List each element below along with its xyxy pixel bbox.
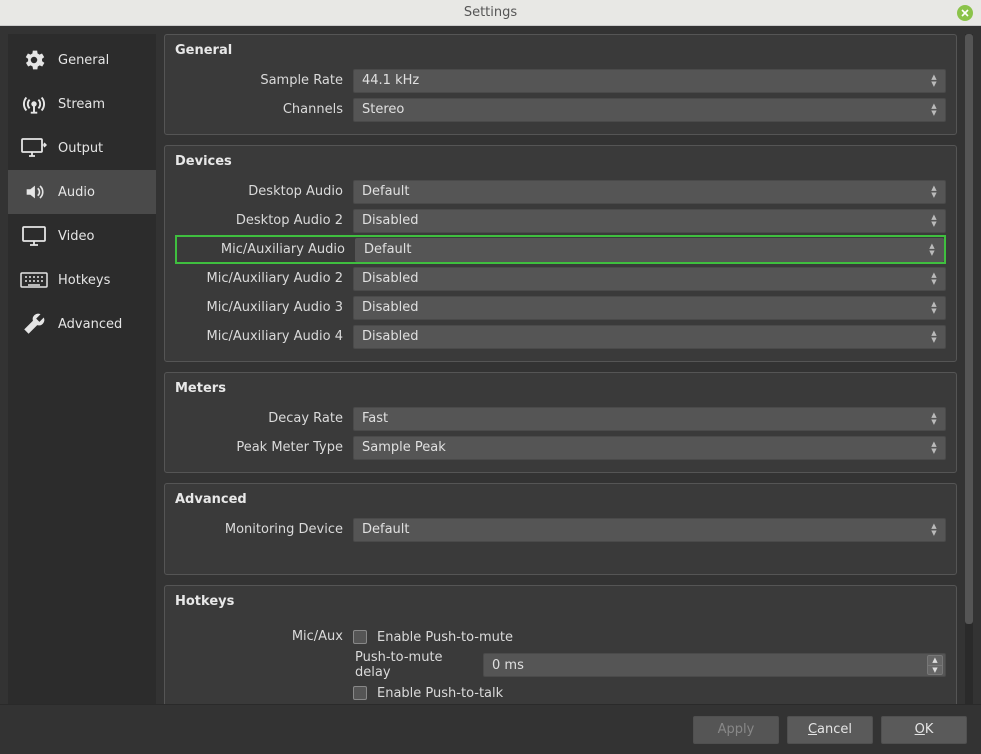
sidebar-item-hotkeys[interactable]: Hotkeys: [8, 258, 156, 302]
close-icon[interactable]: [957, 5, 973, 21]
label-sample-rate: Sample Rate: [175, 73, 353, 88]
sidebar-item-label: Audio: [58, 185, 95, 200]
chevron-updown-icon: ▲▼: [927, 409, 941, 429]
panel-title: Advanced: [175, 492, 946, 507]
chevron-up-icon[interactable]: ▲: [927, 655, 943, 665]
sidebar-item-video[interactable]: Video: [8, 214, 156, 258]
sidebar-item-advanced[interactable]: Advanced: [8, 302, 156, 346]
label-monitoring-device: Monitoring Device: [175, 522, 353, 537]
wrench-icon: [20, 313, 48, 335]
keyboard-icon: [20, 269, 48, 291]
checkbox-enable-push-to-talk[interactable]: [353, 686, 367, 700]
panel-title: General: [175, 43, 946, 58]
label-mic-aux-4: Mic/Auxiliary Audio 4: [175, 329, 353, 344]
label-channels: Channels: [175, 102, 353, 117]
label-mic-aux-3: Mic/Auxiliary Audio 3: [175, 300, 353, 315]
panel-title: Meters: [175, 381, 946, 396]
sidebar-item-audio[interactable]: Audio: [8, 170, 156, 214]
select-decay-rate[interactable]: Fast ▲▼: [353, 407, 946, 431]
sidebar-item-label: Hotkeys: [58, 273, 110, 288]
panel-advanced: Advanced Monitoring Device Default ▲▼: [164, 483, 957, 575]
panel-hotkeys: Hotkeys Mic/Aux Enable Push-to-mute Push…: [164, 585, 957, 704]
sidebar-item-label: Advanced: [58, 317, 122, 332]
select-mic-aux-4[interactable]: Disabled ▲▼: [353, 325, 946, 349]
sidebar-item-output[interactable]: Output: [8, 126, 156, 170]
label-mic-aux: Mic/Auxiliary Audio: [177, 242, 355, 257]
label-push-to-mute-delay: Push-to-mute delay: [355, 650, 475, 680]
select-sample-rate[interactable]: 44.1 kHz ▲▼: [353, 69, 946, 93]
speaker-icon: [20, 181, 48, 203]
footer-bar: Apply Cancel OK: [0, 704, 981, 754]
label-mic-aux-2: Mic/Auxiliary Audio 2: [175, 271, 353, 286]
monitor-arrow-icon: [20, 137, 48, 159]
select-desktop-audio-2[interactable]: Disabled ▲▼: [353, 209, 946, 233]
content-area: General Sample Rate 44.1 kHz ▲▼ Channels: [164, 34, 961, 704]
antenna-icon: [20, 93, 48, 115]
select-monitoring-device[interactable]: Default ▲▼: [353, 518, 946, 542]
monitor-icon: [20, 225, 48, 247]
sidebar-item-stream[interactable]: Stream: [8, 82, 156, 126]
chevron-updown-icon: ▲▼: [927, 327, 941, 347]
sidebar-item-label: Stream: [58, 97, 105, 112]
chevron-updown-icon: ▲▼: [927, 298, 941, 318]
scrollbar[interactable]: [965, 34, 973, 704]
window-title: Settings: [464, 5, 517, 20]
scrollbar-thumb[interactable]: [965, 34, 973, 624]
sidebar: General Stream Output Audio Video: [8, 34, 156, 704]
select-peak-type[interactable]: Sample Peak ▲▼: [353, 436, 946, 460]
panel-devices: Devices Desktop Audio Default ▲▼ Desktop…: [164, 145, 957, 362]
chevron-updown-icon: ▲▼: [927, 182, 941, 202]
panel-meters: Meters Decay Rate Fast ▲▼ Peak Meter Typ…: [164, 372, 957, 473]
chevron-updown-icon: ▲▼: [927, 211, 941, 231]
sidebar-item-label: Video: [58, 229, 94, 244]
chevron-updown-icon: ▲▼: [927, 269, 941, 289]
label-desktop-audio-2: Desktop Audio 2: [175, 213, 353, 228]
ok-button[interactable]: OK: [881, 716, 967, 744]
panel-general: General Sample Rate 44.1 kHz ▲▼ Channels: [164, 34, 957, 135]
spin-push-to-mute-delay[interactable]: 0 ms ▲▼: [483, 653, 946, 677]
select-desktop-audio[interactable]: Default ▲▼: [353, 180, 946, 204]
select-mic-aux-2[interactable]: Disabled ▲▼: [353, 267, 946, 291]
chevron-updown-icon: ▲▼: [927, 438, 941, 458]
select-mic-aux-3[interactable]: Disabled ▲▼: [353, 296, 946, 320]
label-peak-type: Peak Meter Type: [175, 440, 353, 455]
label-enable-push-to-talk: Enable Push-to-talk: [377, 686, 503, 701]
chevron-updown-icon: ▲▼: [927, 100, 941, 120]
panel-title: Devices: [175, 154, 946, 169]
sidebar-item-label: Output: [58, 141, 103, 156]
apply-button[interactable]: Apply: [693, 716, 779, 744]
select-channels[interactable]: Stereo ▲▼: [353, 98, 946, 122]
sidebar-item-general[interactable]: General: [8, 38, 156, 82]
label-decay-rate: Decay Rate: [175, 411, 353, 426]
highlighted-row-mic-aux: Mic/Auxiliary Audio Default ▲▼: [175, 235, 946, 264]
select-mic-aux[interactable]: Default ▲▼: [355, 238, 944, 262]
sidebar-item-label: General: [58, 53, 109, 68]
label-desktop-audio: Desktop Audio: [175, 184, 353, 199]
label-hotkey-mic-aux: Mic/Aux: [175, 625, 353, 704]
chevron-down-icon[interactable]: ▼: [927, 665, 943, 676]
chevron-updown-icon: ▲▼: [927, 520, 941, 540]
gear-icon: [20, 49, 48, 71]
title-bar: Settings: [0, 0, 981, 26]
chevron-updown-icon: ▲▼: [925, 240, 939, 260]
chevron-updown-icon: ▲▼: [927, 71, 941, 91]
checkbox-enable-push-to-mute[interactable]: [353, 630, 367, 644]
panel-title: Hotkeys: [175, 594, 946, 609]
label-enable-push-to-mute: Enable Push-to-mute: [377, 630, 513, 645]
cancel-button[interactable]: Cancel: [787, 716, 873, 744]
